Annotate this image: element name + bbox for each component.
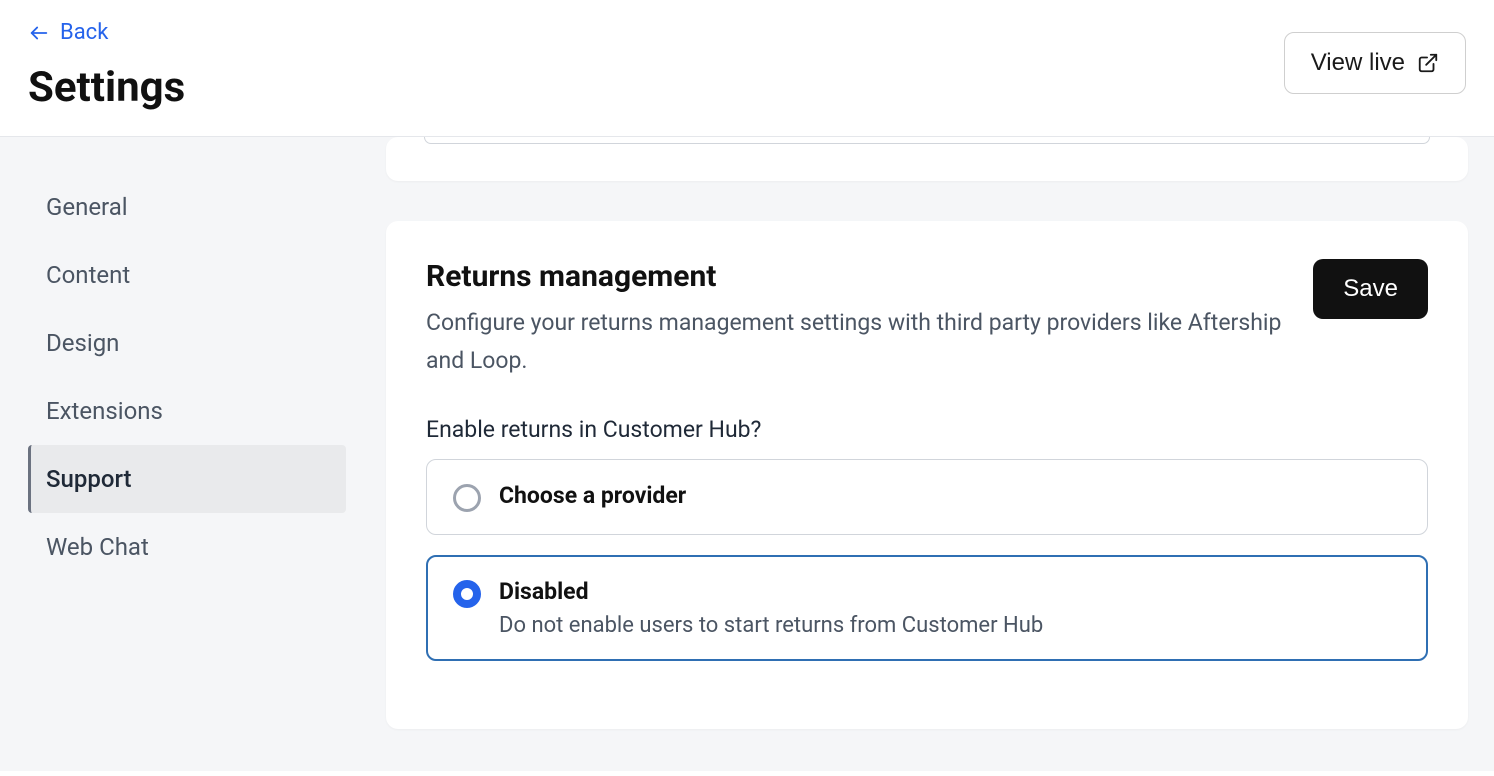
card-header: Returns management Configure your return… (426, 259, 1428, 380)
card-title: Returns management (426, 259, 1283, 294)
save-button[interactable]: Save (1313, 259, 1428, 319)
radio-text: Disabled Do not enable users to start re… (499, 578, 1043, 638)
sidebar-item-design[interactable]: Design (28, 309, 346, 377)
radio-title: Choose a provider (499, 482, 686, 509)
sidebar-item-content[interactable]: Content (28, 241, 346, 309)
sidebar-item-general[interactable]: General (28, 173, 346, 241)
returns-management-card: Returns management Configure your return… (386, 221, 1468, 729)
external-link-icon (1417, 52, 1439, 74)
radio-description: Do not enable users to start returns fro… (499, 613, 1043, 638)
sidebar-item-label: Support (46, 465, 132, 493)
page-header: Back Settings View live (0, 0, 1494, 137)
main-content: Returns management Configure your return… (360, 137, 1494, 771)
radio-icon (453, 484, 481, 512)
enable-returns-label: Enable returns in Customer Hub? (426, 416, 1428, 443)
radio-title: Disabled (499, 578, 1043, 605)
sidebar-item-extensions[interactable]: Extensions (28, 377, 346, 445)
previous-card-edge (386, 137, 1468, 181)
sidebar-item-support[interactable]: Support (28, 445, 346, 513)
radio-option-choose-provider[interactable]: Choose a provider (426, 459, 1428, 535)
view-live-button[interactable]: View live (1284, 32, 1466, 94)
radio-icon (453, 580, 481, 608)
back-label: Back (60, 20, 108, 45)
settings-sidebar: General Content Design Extensions Suppor… (0, 137, 360, 771)
arrow-left-icon (28, 22, 50, 44)
sidebar-item-label: Design (46, 329, 119, 357)
card-description: Configure your returns management settin… (426, 304, 1283, 380)
sidebar-item-label: Content (46, 261, 130, 289)
view-live-label: View live (1311, 49, 1405, 77)
card-header-text: Returns management Configure your return… (426, 259, 1283, 380)
back-link[interactable]: Back (28, 20, 108, 45)
header-left: Back Settings (28, 20, 185, 112)
sidebar-item-label: Web Chat (46, 533, 149, 561)
radio-text: Choose a provider (499, 482, 686, 509)
page-body: General Content Design Extensions Suppor… (0, 137, 1494, 771)
sidebar-item-web-chat[interactable]: Web Chat (28, 513, 346, 581)
sidebar-item-label: Extensions (46, 397, 163, 425)
sidebar-item-label: General (46, 193, 128, 221)
page-title: Settings (28, 63, 185, 112)
radio-option-disabled[interactable]: Disabled Do not enable users to start re… (426, 555, 1428, 661)
